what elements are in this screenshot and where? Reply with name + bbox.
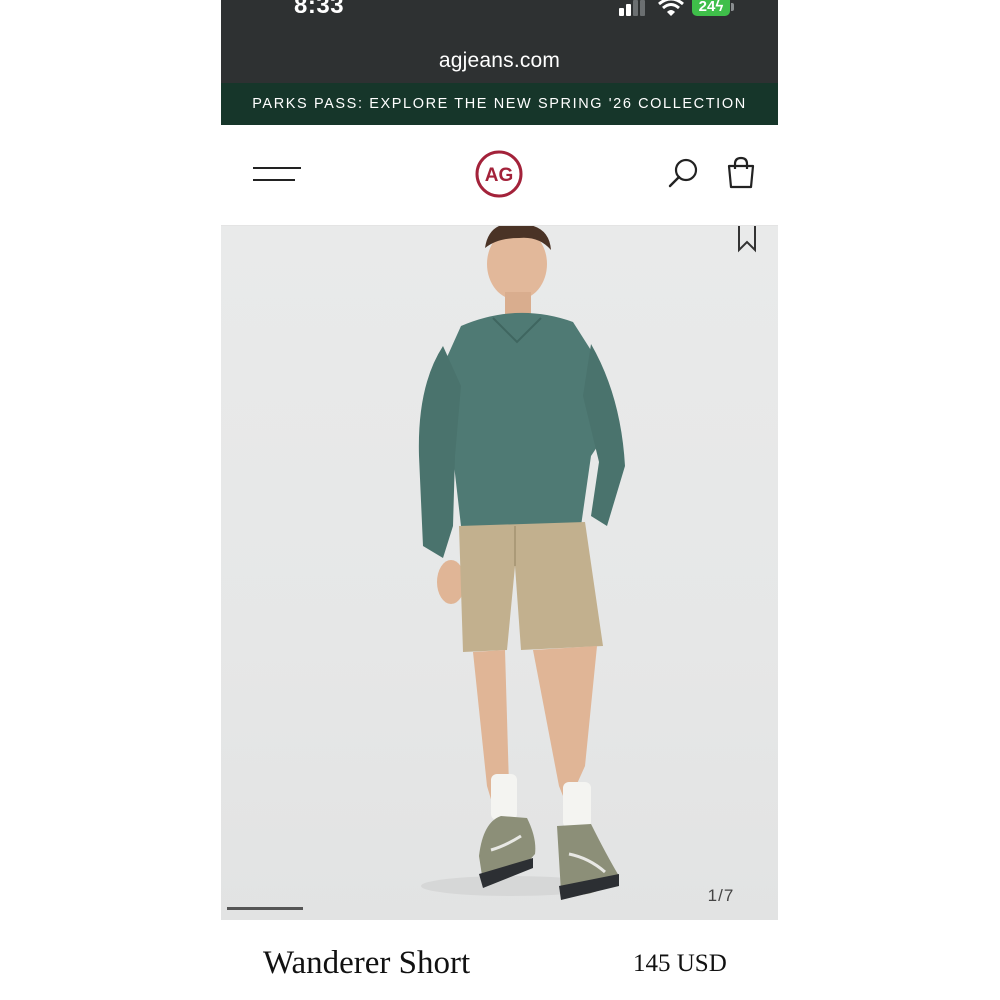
battery-cap: [731, 3, 734, 11]
gallery-progress-track[interactable]: [227, 907, 772, 910]
product-photo: [418, 226, 625, 900]
wifi-icon: [658, 0, 684, 16]
hamburger-menu-icon[interactable]: [251, 163, 303, 187]
status-bar: 8:33 24ϟ: [221, 0, 778, 45]
status-time: 8:33: [294, 0, 345, 19]
battery-indicator: 24ϟ: [692, 0, 730, 16]
shopping-bag-icon[interactable]: [724, 156, 758, 190]
product-name[interactable]: Wanderer Short: [263, 945, 470, 982]
site-header: AG: [221, 125, 778, 226]
charging-bolt-icon: ϟ: [715, 0, 724, 15]
bookmark-icon[interactable]: [735, 226, 759, 254]
promo-text[interactable]: PARKS PASS: EXPLORE THE NEW SPRING '26 C…: [252, 96, 747, 112]
browser-address-bar[interactable]: agjeans.com: [221, 45, 778, 83]
cellular-signal-icon: [619, 0, 645, 16]
phone-screen: 8:33 24ϟ agjeans.com PARKS PASS: EXPLORE…: [221, 0, 778, 1000]
logo-text: AG: [485, 165, 514, 186]
image-counter: 1/7: [707, 886, 735, 905]
gallery-progress-fill: [227, 907, 303, 910]
product-price: 145 USD: [633, 950, 727, 977]
url-text[interactable]: agjeans.com: [221, 45, 778, 77]
promo-banner[interactable]: PARKS PASS: EXPLORE THE NEW SPRING '26 C…: [221, 83, 778, 125]
product-image-gallery[interactable]: 1/7: [221, 226, 778, 920]
search-icon[interactable]: [667, 156, 701, 190]
battery-level: 24: [698, 0, 716, 15]
ag-logo[interactable]: AG: [475, 150, 523, 198]
